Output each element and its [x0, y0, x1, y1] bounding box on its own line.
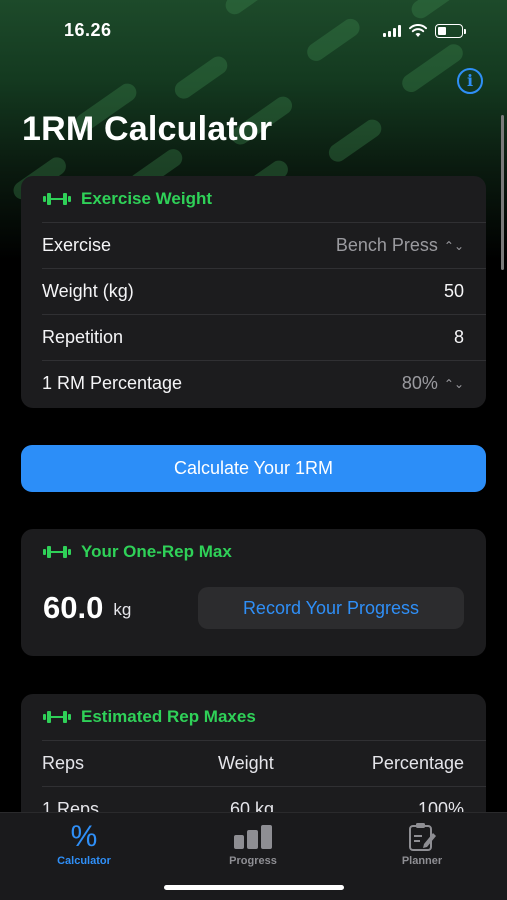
percentage-label: 1 RM Percentage — [42, 373, 183, 393]
exercise-value: Bench Press — [335, 235, 438, 255]
page-title: 1RM Calculator — [22, 110, 273, 148]
dumbbell-icon — [43, 193, 71, 205]
dumbbell-icon — [43, 546, 71, 558]
status-bar: 16.26 — [0, 0, 507, 60]
one-rep-max-body: 60.0 kg Record Your Progress — [21, 575, 486, 641]
tab-calculator-label: Calculator — [57, 855, 111, 867]
record-progress-button[interactable]: Record Your Progress — [198, 587, 464, 629]
column-reps: Reps — [42, 753, 85, 773]
tab-planner[interactable]: Planner — [362, 819, 482, 867]
one-rep-max-header: Your One-Rep Max — [21, 529, 486, 575]
tab-progress-label: Progress — [229, 855, 277, 867]
repetition-row[interactable]: Repetition 8 — [42, 314, 486, 360]
one-rep-max-card: Your One-Rep Max 60.0 kg Record Your Pro… — [21, 529, 486, 656]
exercise-row[interactable]: Exercise Bench Press ⌃⌄ — [42, 222, 486, 268]
percent-icon: % — [70, 820, 98, 853]
estimated-title: Estimated Rep Maxes — [81, 707, 256, 726]
calculate-button[interactable]: Calculate Your 1RM — [21, 445, 486, 492]
scroll-indicator[interactable] — [501, 115, 504, 270]
bar-chart-icon — [234, 825, 272, 849]
one-rep-max-unit: kg — [113, 600, 132, 619]
home-indicator[interactable] — [164, 885, 344, 890]
dumbbell-icon — [43, 711, 71, 723]
cellular-signal-icon — [383, 25, 401, 37]
exercise-weight-header: Exercise Weight — [21, 176, 486, 222]
one-rep-max-title: Your One-Rep Max — [81, 542, 232, 561]
tab-planner-label: Planner — [401, 855, 443, 867]
weight-field[interactable]: 50 — [444, 281, 464, 302]
exercise-weight-title: Exercise Weight — [81, 189, 213, 208]
estimated-column-headers: Reps Weight Percentage — [42, 740, 486, 786]
clipboard-edit-icon — [409, 823, 436, 851]
tab-calculator[interactable]: % Calculator — [24, 819, 144, 868]
repetition-label: Repetition — [42, 327, 124, 347]
wifi-icon — [409, 24, 427, 37]
repetition-field[interactable]: 8 — [454, 327, 464, 348]
percentage-row[interactable]: 1 RM Percentage 80% ⌃⌄ — [42, 360, 486, 406]
column-weight: Weight — [218, 753, 274, 773]
status-time: 16.26 — [64, 20, 112, 40]
tab-progress[interactable]: Progress — [193, 819, 313, 867]
info-circle-icon[interactable]: i — [457, 68, 483, 94]
chevron-up-down-icon: ⌃⌄ — [443, 376, 464, 391]
weight-label: Weight (kg) — [42, 281, 134, 301]
one-rep-max-value: 60.0 — [43, 590, 104, 625]
exercise-weight-card: Exercise Weight Exercise Bench Press ⌃⌄ … — [21, 176, 486, 408]
chevron-up-down-icon: ⌃⌄ — [443, 238, 464, 253]
percentage-picker[interactable]: 80% ⌃⌄ — [402, 373, 464, 394]
exercise-label: Exercise — [42, 235, 112, 255]
exercise-picker[interactable]: Bench Press ⌃⌄ — [336, 235, 464, 256]
column-percentage: Percentage — [371, 753, 464, 773]
status-icons — [383, 24, 466, 38]
weight-row[interactable]: Weight (kg) 50 — [42, 268, 486, 314]
percentage-value: 80% — [401, 373, 438, 393]
estimated-header: Estimated Rep Maxes — [21, 694, 486, 740]
battery-icon — [435, 24, 466, 38]
